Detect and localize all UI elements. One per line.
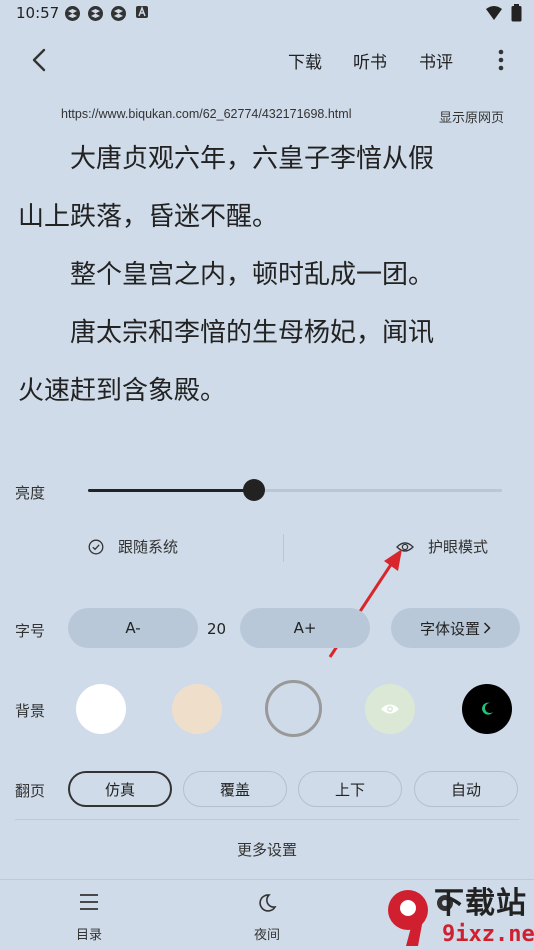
background-option-white[interactable] [76,684,126,734]
brightness-label: 亮度 [15,484,46,502]
page-turn-option-simulation[interactable]: 仿真 [68,771,172,807]
follow-system-label: 跟随系统 [118,538,179,556]
font-increase-label: A+ [293,619,317,637]
app-notification-icon [64,5,81,22]
content-line: 唐太宗和李愔的生母杨妃，闻讯 [18,318,435,348]
watermark-9-icon [388,890,428,946]
check-circle-icon [88,539,104,554]
app-notification-icon [87,5,104,22]
a-notification-icon [133,5,150,22]
moon-icon [259,894,277,912]
font-settings-label: 字体设置 [419,619,480,638]
background-option-beige[interactable] [172,684,222,734]
more-vertical-icon [498,49,504,71]
content-line: 山上跌落，昏迷不醒。 [18,202,279,232]
eye-mode-label: 护眼模式 [428,538,489,556]
night-mode-nav-button[interactable]: 夜间 [222,880,312,950]
font-decrease-button[interactable]: A- [68,608,198,648]
page-turn-option-label: 上下 [334,780,365,799]
follow-system-toggle[interactable]: 跟随系统 [88,536,178,557]
status-system-icons [485,4,522,22]
page-turn-option-label: 覆盖 [219,780,250,799]
panel-divider [15,819,519,820]
source-url: https://www.biqukan.com/62_62774/4321716… [61,107,352,121]
font-increase-button[interactable]: A+ [240,608,370,648]
review-button[interactable]: 书评 [419,48,453,73]
background-option-eye-green[interactable] [365,684,415,734]
background-label: 背景 [15,702,46,720]
mode-divider [283,534,284,562]
list-menu-icon [80,894,98,910]
chevron-right-icon [483,622,491,634]
page-turn-option-label: 仿真 [104,780,135,799]
status-bar: 10:57 [0,0,534,28]
listen-button[interactable]: 听书 [353,48,387,73]
page-turn-option-cover[interactable]: 覆盖 [183,771,287,807]
chevron-left-icon [32,48,46,72]
status-notification-icons [64,5,150,22]
chapter-content: 大唐贞观六年，六皇子李愔从假 山上跌落，昏迷不醒。 整个皇宫之内，顿时乱成一团。… [18,130,518,420]
page-turn-label: 翻页 [15,782,46,800]
status-time: 10:57 [16,4,60,22]
download-button[interactable]: 下载 [288,48,322,73]
moon-icon [482,702,493,715]
eye-icon [381,704,399,714]
content-line: 整个皇宫之内，顿时乱成一团。 [18,260,435,290]
battery-icon [511,4,522,22]
font-size-value: 20 [207,620,227,638]
watermark-top-text: 下载站 [434,886,527,921]
background-option-night[interactable] [462,684,512,734]
show-original-page-button[interactable]: 显示原网页 [439,107,504,126]
wifi-icon [486,6,502,20]
catalog-nav-label: 目录 [75,928,102,943]
more-settings-button[interactable]: 更多设置 [0,839,534,860]
brightness-slider[interactable] [88,479,502,501]
page-turn-option-label: 自动 [450,780,481,799]
font-settings-button[interactable]: 字体设置 [391,608,520,648]
page-turn-option-auto[interactable]: 自动 [414,771,518,807]
night-mode-nav-label: 夜间 [253,928,280,943]
brightness-slider-fill [88,489,254,492]
page-turn-option-scroll[interactable]: 上下 [298,771,402,807]
content-line: 火速赶到含象殿。 [18,376,227,406]
back-button[interactable] [24,44,56,76]
watermark-logo: 下载站 9ixz.net [384,886,534,950]
catalog-nav-button[interactable]: 目录 [44,880,134,950]
background-option-light-blue[interactable] [265,680,322,737]
reader-top-bar: 下载 听书 书评 [0,30,534,90]
content-line: 大唐贞观六年，六皇子李愔从假 [18,144,435,174]
more-options-button[interactable] [492,46,510,74]
app-notification-icon [110,5,127,22]
font-size-label: 字号 [15,622,46,640]
font-decrease-label: A- [125,619,141,637]
watermark-bottom-text: 9ixz.net [442,922,534,947]
brightness-slider-thumb[interactable] [242,479,265,501]
